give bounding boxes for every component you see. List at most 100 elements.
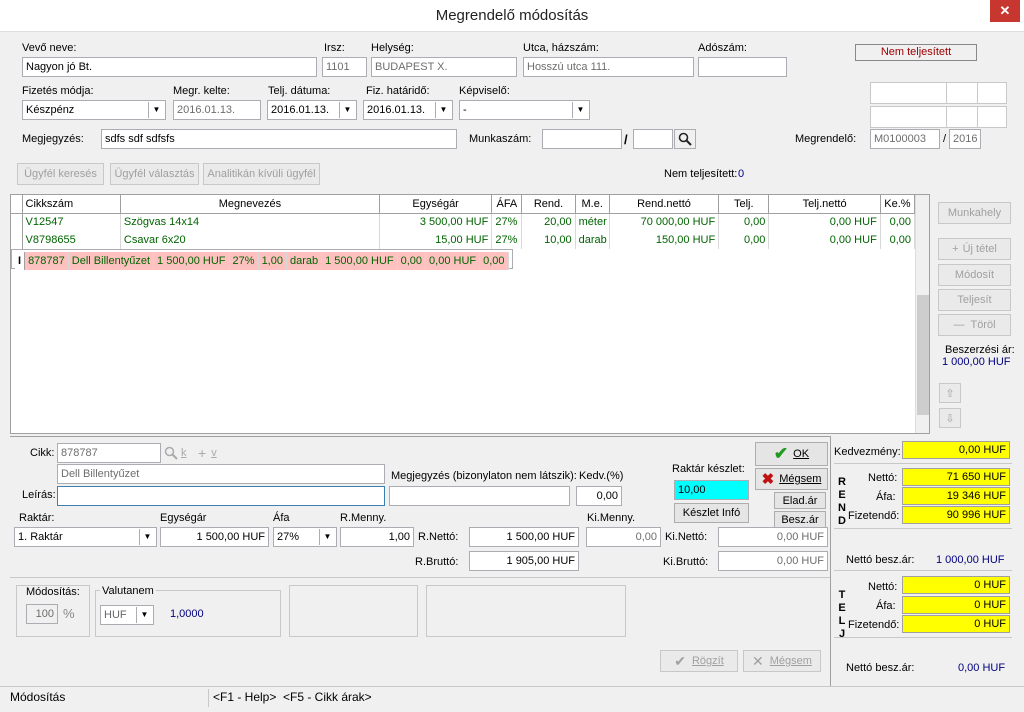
kedv-label: Kedv.(%) — [579, 470, 624, 482]
table-cell: Csavar 6x20 — [120, 231, 380, 249]
rogzit-button[interactable]: ✔ Rögzít — [660, 650, 738, 672]
teljdat-value: 2016.01.13. — [271, 104, 330, 116]
munkahely-button[interactable]: Munkahely — [938, 202, 1011, 224]
cikk-add-button[interactable]: + v — [198, 443, 228, 463]
rend-afa-value: 19 346 HUF — [902, 487, 1010, 505]
cikk-name-input[interactable]: Dell Billentyűzet — [57, 464, 385, 484]
utca-input[interactable]: Hosszú utca 111. — [523, 57, 694, 77]
teljdat-select[interactable]: 2016.01.13. ▼ — [267, 100, 357, 120]
col-megnevezes[interactable]: Megnevezés — [120, 195, 380, 214]
leiras-input[interactable] — [57, 486, 385, 506]
empty-panel-1 — [289, 585, 418, 637]
table-cell: 1,00 — [258, 252, 287, 270]
rmenny-input[interactable]: 1,00 — [340, 527, 414, 547]
valutanem-select[interactable]: HUF ▼ — [100, 605, 154, 625]
move-down-button[interactable]: ⇩ — [939, 408, 961, 428]
kelte-input[interactable]: 2016.01.13. — [173, 100, 261, 120]
kimenny-input[interactable]: 0,00 — [586, 527, 661, 547]
col-rend-netto[interactable]: Rend.nettó — [609, 195, 720, 214]
beszerzesi-label: Beszerzési ár: — [945, 344, 1015, 356]
chevron-down-icon: ▼ — [339, 102, 355, 118]
rend-netto-label: Nettó: — [868, 472, 898, 484]
table-cell: méter — [575, 213, 610, 231]
table-cell: 0,00 HUF — [768, 213, 881, 231]
beszerzesi-value: 1 000,00 HUF — [942, 356, 1011, 368]
scrollbar-thumb[interactable] — [917, 295, 929, 415]
megsem-button[interactable]: ✖ Mégsem — [755, 468, 828, 490]
col-afa[interactable]: ÁFA — [491, 195, 523, 214]
col-telj[interactable]: Telj. — [718, 195, 770, 214]
irsz-input[interactable]: 1101 — [322, 57, 367, 77]
cikk-search-button[interactable]: k — [164, 443, 194, 463]
fizhat-select[interactable]: 2016.01.13. ▼ — [363, 100, 453, 120]
vevo-input[interactable]: Nagyon jó Bt. — [22, 57, 317, 77]
kedv-input[interactable]: 0,00 — [576, 486, 622, 506]
megrendelo-year[interactable]: 2016 — [949, 129, 981, 149]
netto-besz2-label: Nettó besz.ár: — [846, 662, 915, 674]
modositas-input[interactable]: 100 — [26, 604, 58, 624]
col-telj-netto[interactable]: Telj.nettó — [768, 195, 881, 214]
summary-kedv-label: Kedvezmény: — [834, 446, 901, 458]
right-box-2 — [870, 106, 1007, 128]
megrendelo-input[interactable]: M0100003 — [870, 129, 940, 149]
teljdat-label: Telj. dátuma: — [268, 85, 331, 97]
items-table: Cikkszám Megnevezés Egységár ÁFA Rend. M… — [11, 195, 916, 270]
kinetto-input[interactable]: 0,00 HUF — [718, 527, 828, 547]
megj-input[interactable]: sdfs sdf sdfsfs — [101, 129, 457, 149]
status-mode: Módosítás — [10, 690, 66, 704]
analitikan-kivuli-button[interactable]: Analitikán kívüli ügyfél — [203, 163, 320, 185]
cikk-input[interactable]: 878787 — [57, 443, 161, 463]
arrow-up-icon: ⇧ — [945, 387, 955, 400]
uj-tetel-button[interactable]: + Új tétel — [938, 238, 1011, 260]
col-cikkszam[interactable]: Cikkszám — [22, 195, 121, 214]
torol-button[interactable]: — Töröl — [938, 314, 1011, 336]
munkaszam-sub-input[interactable] — [633, 129, 673, 149]
raktar-label: Raktár: — [19, 512, 55, 524]
kibrutto-input[interactable]: 0,00 HUF — [718, 551, 828, 571]
munkaszam-input[interactable] — [542, 129, 622, 149]
ugyfel-kereses-button[interactable]: Ügyfél keresés — [17, 163, 104, 185]
table-row-selected[interactable]: I 878787 Dell Billentyűzet 1 500,00 HUF … — [11, 249, 513, 270]
k-shortcut: k — [181, 447, 187, 459]
ugyfel-valasztas-button[interactable]: Ügyfél választás — [110, 163, 199, 185]
table-cell: 27% — [491, 213, 523, 231]
vertical-scrollbar[interactable] — [915, 195, 929, 433]
valutanem-label: Valutanem — [100, 585, 156, 597]
egysegar-input[interactable]: 1 500,00 HUF — [160, 527, 269, 547]
rend-fiz-label: Fizetendő: — [848, 510, 900, 522]
kepviselo-label: Képviselő: — [459, 85, 510, 97]
rend-letter: R — [838, 476, 846, 488]
bottom-megsem-button[interactable]: ✕ Mégsem — [743, 650, 821, 672]
col-me[interactable]: M.e. — [575, 195, 610, 214]
kepviselo-select[interactable]: - ▼ — [459, 100, 590, 120]
elad-ar-button[interactable]: Elad.ár — [774, 492, 826, 509]
keszlet-info-button[interactable]: Készlet Infó — [674, 503, 749, 523]
telj-letter: J — [838, 628, 846, 640]
table-cell: V12547 — [22, 213, 121, 231]
move-up-button[interactable]: ⇧ — [939, 383, 961, 403]
teljesit-button[interactable]: Teljesít — [938, 289, 1011, 311]
col-rend[interactable]: Rend. — [521, 195, 576, 214]
helyseg-input[interactable]: BUDAPEST X. — [371, 57, 517, 77]
irsz-label: Irsz: — [324, 42, 345, 54]
besz-ar-button[interactable]: Besz.ár — [774, 511, 826, 528]
modosit-button[interactable]: Módosít — [938, 264, 1011, 286]
rbrutto-input[interactable]: 1 905,00 HUF — [469, 551, 579, 571]
afa-select[interactable]: 27% ▼ — [273, 527, 337, 547]
fizmod-select[interactable]: Készpénz ▼ — [22, 100, 166, 120]
arrow-down-icon: ⇩ — [945, 412, 955, 425]
col-egysegar[interactable]: Egységár — [379, 195, 493, 214]
chevron-down-icon: ▼ — [136, 607, 152, 623]
adoszam-input[interactable] — [698, 57, 787, 77]
search-button[interactable] — [674, 129, 696, 149]
detail-megj-input[interactable] — [389, 486, 570, 506]
ok-button[interactable]: ✔ OK — [755, 442, 828, 466]
search-icon — [164, 446, 178, 460]
nem-telj-label: Nem teljesített: — [664, 168, 738, 180]
table-row[interactable]: V12547 Szögvas 14x14 3 500,00 HUF 27% 20… — [11, 213, 916, 231]
table-row[interactable]: V8798655 Csavar 6x20 15,00 HUF 27% 10,00… — [11, 231, 916, 249]
col-ke[interactable]: Ke.% — [880, 195, 916, 214]
raktar-select[interactable]: 1. Raktár ▼ — [14, 527, 157, 547]
rnetto-input[interactable]: 1 500,00 HUF — [469, 527, 579, 547]
close-button[interactable]: ✕ — [990, 0, 1020, 22]
